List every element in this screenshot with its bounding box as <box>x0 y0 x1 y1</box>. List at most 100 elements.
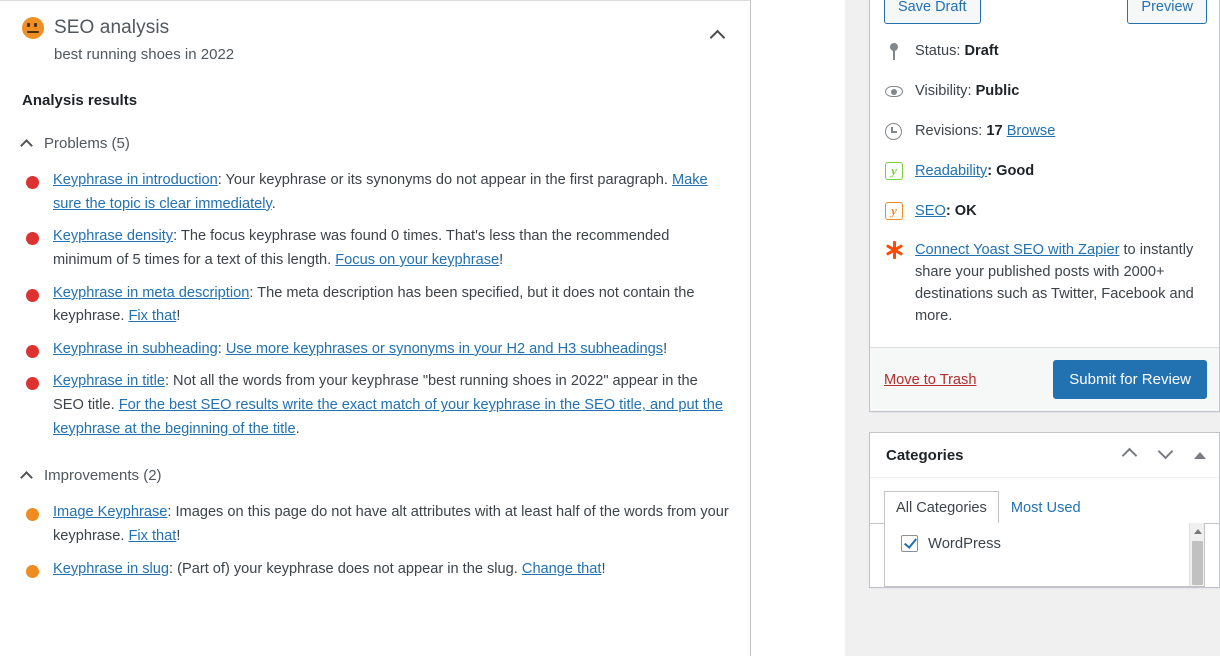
analysis-text: : (Part of) your keyphrase does not appe… <box>169 560 522 577</box>
editor-screen: SEO analysis best running shoes in 2022 … <box>0 0 1220 656</box>
analysis-text: : <box>217 340 226 357</box>
categories-tabs: All Categories Most Used <box>870 478 1219 525</box>
readability-score-text: Readability: Good <box>915 162 1035 179</box>
save-draft-button[interactable]: Save Draft <box>884 0 981 24</box>
post-revisions-row: Revisions: 17 Browse <box>884 112 1207 152</box>
analysis-link[interactable]: Keyphrase in slug <box>53 561 169 577</box>
categories-header-controls <box>1121 443 1207 465</box>
seo-score-text: SEO: OK <box>915 202 977 219</box>
move-to-trash-link[interactable]: Move to Trash <box>884 372 976 388</box>
preview-button[interactable]: Preview <box>1127 0 1207 24</box>
list-item: Keyphrase in title: Not all the words fr… <box>25 361 730 441</box>
seo-score-row: y SEO: OK <box>884 192 1207 232</box>
analysis-groups: Problems (5) Keyphrase in introduction: Y… <box>0 135 750 581</box>
submit-for-review-button[interactable]: Submit for Review <box>1053 360 1207 400</box>
analysis-text: : Your keyphrase or its synonyms do not … <box>217 172 672 188</box>
analysis-group-label: Problems (5) <box>44 135 130 152</box>
clock-icon <box>884 122 904 142</box>
analysis-link[interactable]: Fix that <box>128 528 176 544</box>
status-bullet-icon <box>26 344 39 358</box>
category-label: WordPress <box>928 535 1001 552</box>
status-bullet-icon <box>26 508 39 522</box>
draft-preview-row: Save Draft Preview <box>870 0 1219 30</box>
analysis-group-label: Improvements (2) <box>44 467 162 485</box>
analysis-text: ! <box>176 308 181 325</box>
categories-box: Categories All Categories Most Used Word… <box>869 432 1220 589</box>
scrollbar-thumb[interactable] <box>1192 541 1203 586</box>
seo-score-link[interactable]: SEO <box>915 203 946 219</box>
publish-actions-row: Move to Trash Submit for Review <box>870 347 1219 412</box>
categories-scrollbar[interactable] <box>1189 523 1204 587</box>
list-item: Keyphrase in subheading: Use more keyphr… <box>25 329 730 362</box>
chevron-up-icon <box>20 471 33 485</box>
yoast-readability-icon: y <box>884 161 904 182</box>
analysis-link[interactable]: Keyphrase in title <box>53 373 165 389</box>
collapse-seo-panel-button[interactable] <box>704 25 730 45</box>
analysis-group-toggle[interactable]: Problems (5) <box>20 135 750 152</box>
readability-score-row: y Readability: Good <box>884 152 1207 192</box>
seo-analysis-panel: SEO analysis best running shoes in 2022 … <box>0 0 751 656</box>
categories-list: WordPress <box>884 523 1205 588</box>
neutral-face-icon <box>22 17 44 39</box>
readability-link[interactable]: Readability <box>915 163 987 179</box>
status-bullet-icon <box>26 232 39 246</box>
zapier-icon <box>884 241 904 261</box>
analysis-link[interactable]: Focus on your keyphrase <box>335 252 499 268</box>
analysis-link[interactable]: Image Keyphrase <box>53 504 167 520</box>
yoast-seo-icon: y <box>884 201 904 222</box>
analysis-text: ! <box>601 560 606 577</box>
analysis-link[interactable]: Fix that <box>128 308 176 324</box>
analysis-link[interactable]: Change that <box>522 561 602 577</box>
status-bullet-icon <box>26 288 39 302</box>
category-checkbox-wordpress[interactable] <box>901 535 918 553</box>
post-revisions-text: Revisions: 17 Browse <box>915 122 1056 139</box>
publish-box: Copyscape Check Save Draft Preview Statu… <box>869 0 1220 413</box>
analysis-issue-list: Image Keyphrase: Images on this page do … <box>0 492 750 581</box>
tab-all-categories[interactable]: All Categories <box>884 491 999 525</box>
status-bullet-icon <box>26 176 39 189</box>
analysis-link[interactable]: Keyphrase in meta description <box>53 285 249 301</box>
analysis-link[interactable]: Keyphrase in introduction <box>53 172 218 188</box>
categories-header: Categories <box>870 433 1219 479</box>
analysis-text: ! <box>176 528 181 545</box>
analysis-issue-list: Keyphrase in introduction: Your keyphras… <box>0 160 750 441</box>
status-bullet-icon <box>26 377 39 391</box>
list-item: Keyphrase density: The focus keyphrase w… <box>25 216 730 272</box>
list-item: Image Keyphrase: Images on this page do … <box>25 492 730 548</box>
toggle-categories-box-button[interactable] <box>1193 445 1207 465</box>
post-status-text: Status: Draft <box>915 43 999 59</box>
page-title: SEO analysis <box>54 17 170 38</box>
status-bullet-icon <box>26 564 39 578</box>
analysis-link[interactable]: For the best SEO results write the exact… <box>53 397 723 437</box>
list-item: Keyphrase in meta description: The meta … <box>25 273 730 329</box>
analysis-text: ! <box>663 340 668 357</box>
post-visibility-text: Visibility: Public <box>915 82 1020 99</box>
list-item: Keyphrase in slug: (Part of) your keyphr… <box>25 549 730 582</box>
post-visibility-row: Visibility: Public <box>884 72 1207 112</box>
zapier-link[interactable]: Connect Yoast SEO with Zapier <box>915 242 1119 258</box>
chevron-up-icon <box>20 139 33 152</box>
analysis-link[interactable]: Keyphrase in subheading <box>53 341 218 357</box>
post-status-row: Status: Draft <box>884 32 1207 72</box>
chevron-up-icon <box>709 29 725 45</box>
analysis-link[interactable]: Keyphrase density <box>53 228 173 244</box>
seo-analysis-header: SEO analysis best running shoes in 2022 <box>0 1 750 73</box>
list-item: WordPress <box>885 523 1204 553</box>
analysis-text: . <box>295 420 300 437</box>
scroll-up-arrow-icon[interactable] <box>1193 529 1202 535</box>
categories-title: Categories <box>886 446 964 464</box>
list-item: Keyphrase in introduction: Your keyphras… <box>25 160 730 216</box>
post-sidebar: Copyscape Check Save Draft Preview Statu… <box>869 0 1220 608</box>
pin-icon <box>884 42 904 62</box>
eye-icon <box>884 82 904 102</box>
publish-meta-list: Status: Draft Visibility: Public Revisio… <box>870 30 1219 347</box>
analysis-link[interactable]: Use more keyphrases or synonyms in your … <box>226 341 663 357</box>
move-box-up-button[interactable] <box>1121 445 1141 465</box>
zapier-promo-row: Connect Yoast SEO with Zapier to instant… <box>884 231 1207 337</box>
analysis-group-toggle[interactable]: Improvements (2) <box>20 467 750 485</box>
tab-most-used[interactable]: Most Used <box>999 491 1093 524</box>
analysis-text: ! <box>499 251 504 268</box>
move-box-down-button[interactable] <box>1157 443 1177 465</box>
browse-revisions-link[interactable]: Browse <box>1007 123 1056 139</box>
analysis-results-heading: Analysis results <box>22 92 138 109</box>
